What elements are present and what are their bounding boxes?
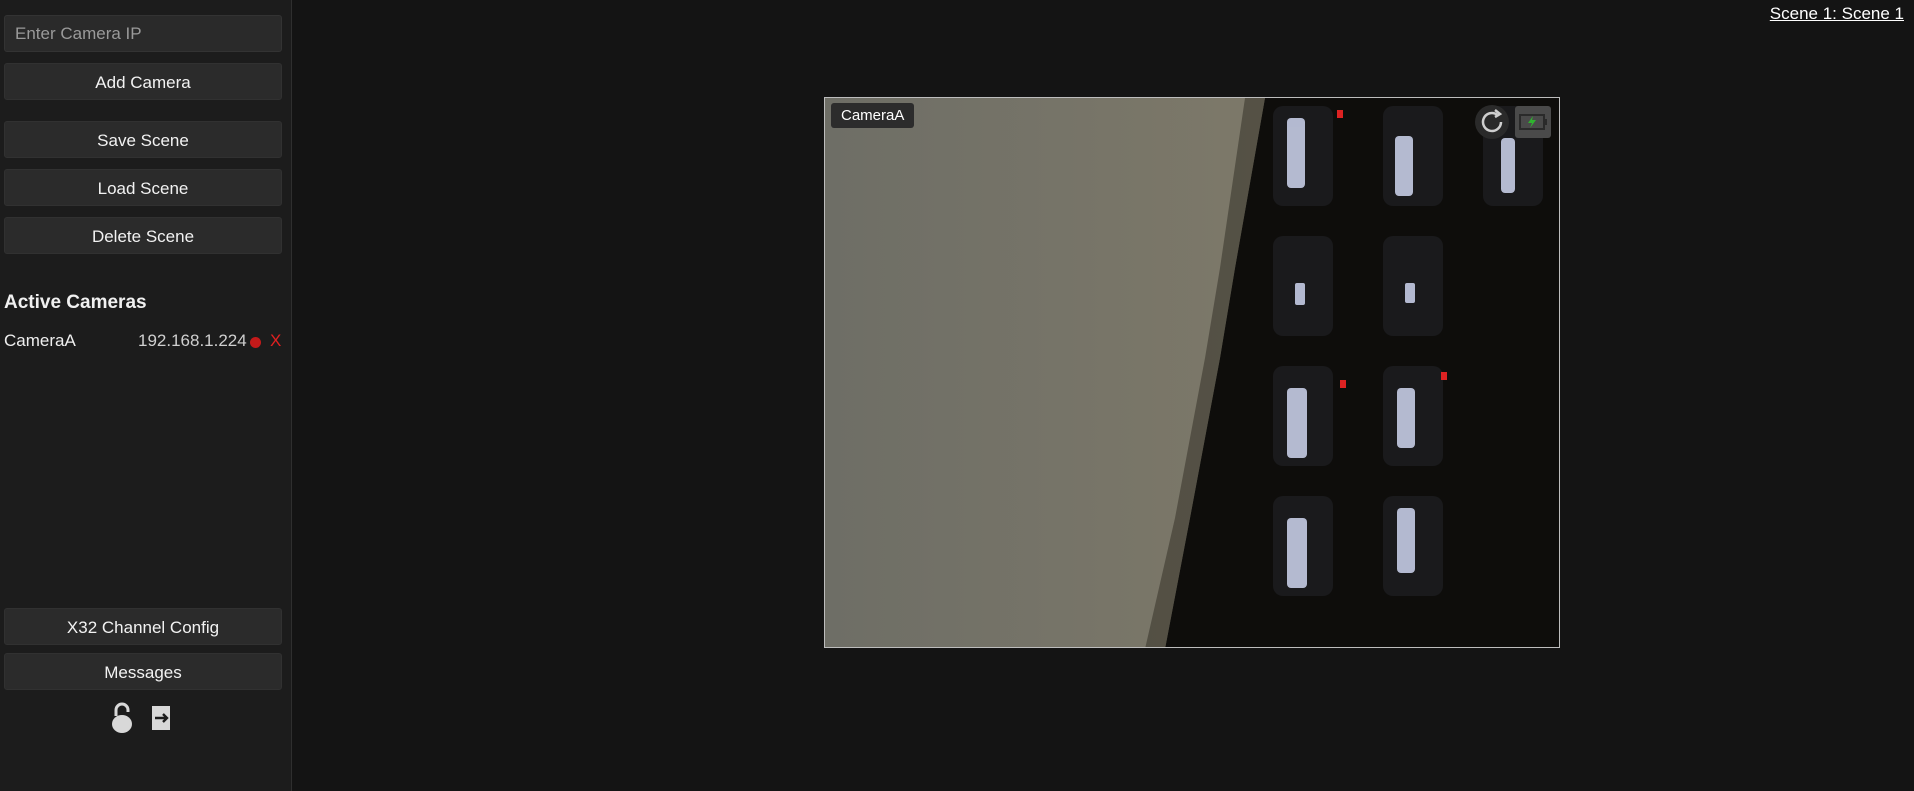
delete-scene-button[interactable]: Delete Scene: [4, 217, 282, 254]
refresh-icon[interactable]: [1474, 104, 1510, 140]
camera-feed-label: CameraA: [831, 103, 915, 128]
x32-channel-config-button[interactable]: X32 Channel Config: [4, 608, 282, 645]
battery-status: [1515, 106, 1551, 138]
camera-list-item[interactable]: CameraA 192.168.1.224 X: [4, 331, 284, 355]
remove-camera-button[interactable]: X: [270, 331, 281, 351]
active-cameras-heading: Active Cameras: [4, 292, 147, 313]
sidebar-footer-icons: [110, 702, 180, 734]
camera-ip-input[interactable]: [4, 15, 282, 52]
camera-status-dot: [250, 337, 261, 348]
camera-name: CameraA: [4, 331, 76, 350]
unlock-icon[interactable]: [110, 702, 134, 734]
sidebar: Add Camera Save Scene Load Scene Delete …: [0, 0, 292, 791]
battery-icon: [1519, 114, 1547, 130]
camera-ip: 192.168.1.224: [138, 331, 247, 350]
load-scene-button[interactable]: Load Scene: [4, 169, 282, 206]
logout-icon[interactable]: [150, 704, 174, 732]
save-scene-button[interactable]: Save Scene: [4, 121, 282, 158]
camera-feed-image: [825, 98, 1559, 647]
current-scene-link[interactable]: Scene 1: Scene 1: [1770, 4, 1904, 24]
add-camera-button[interactable]: Add Camera: [4, 63, 282, 100]
messages-button[interactable]: Messages: [4, 653, 282, 690]
camera-feed[interactable]: CameraA: [824, 97, 1560, 648]
